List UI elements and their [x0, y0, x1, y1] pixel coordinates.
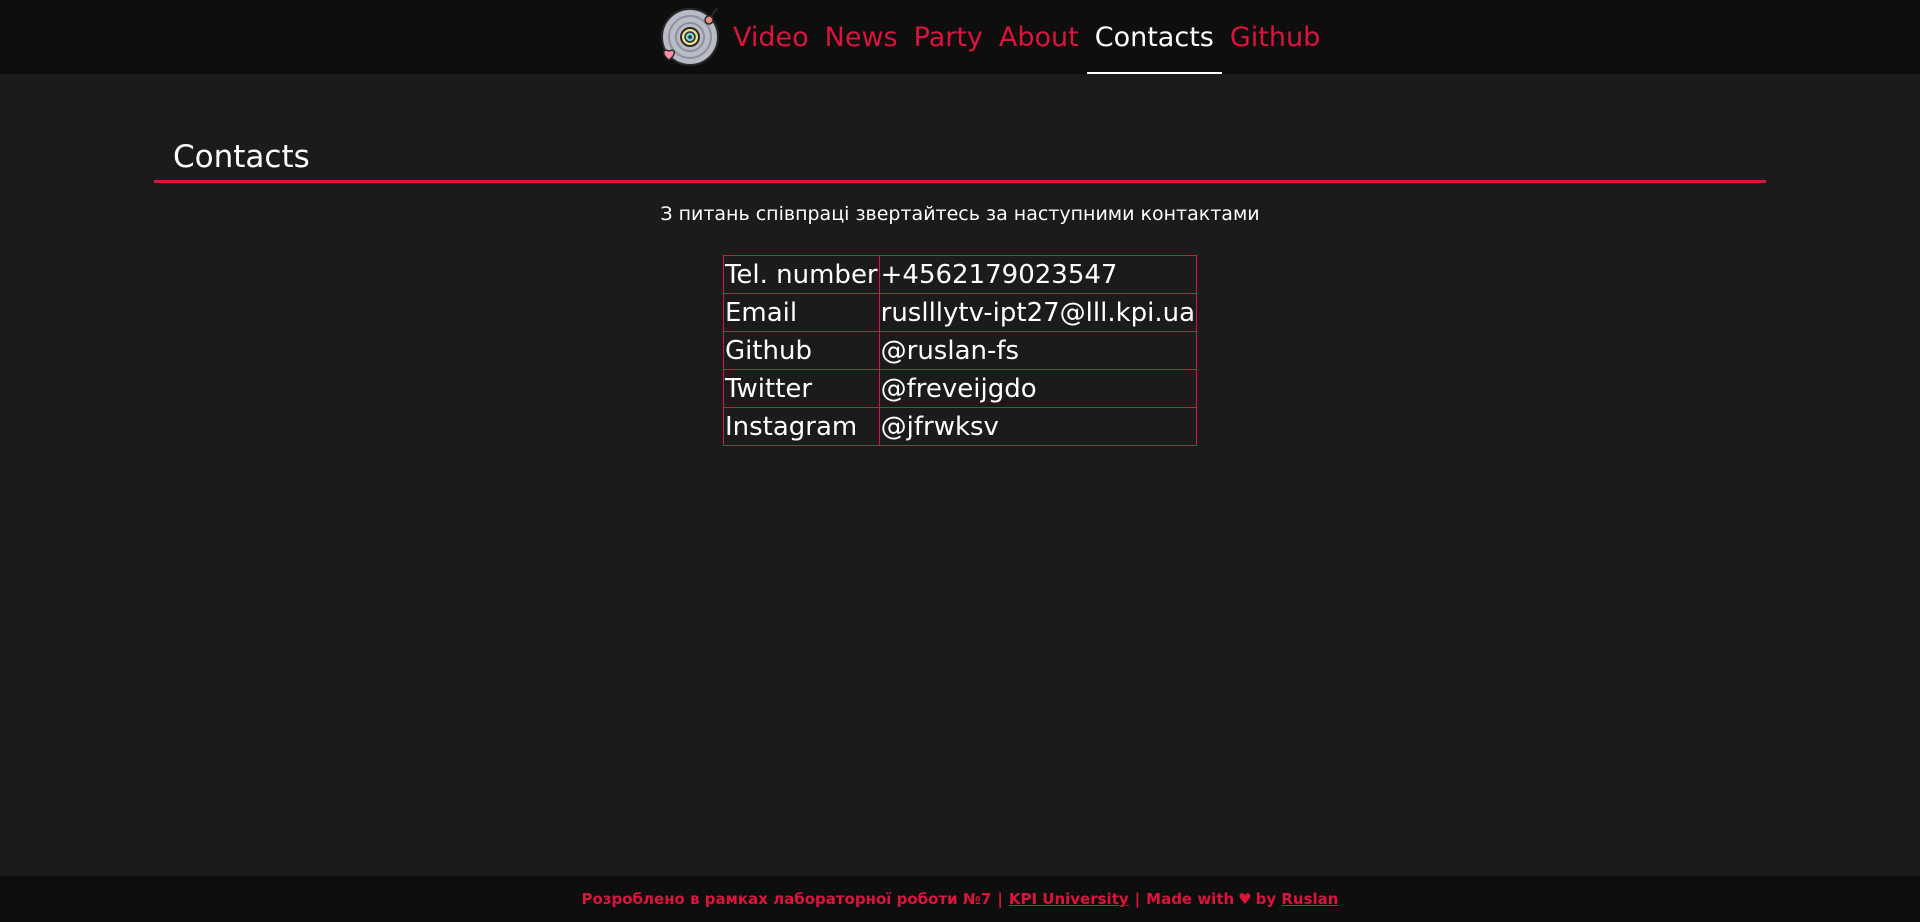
- table-row: Twitter @freveijgdo: [722, 369, 1198, 408]
- logo[interactable]: [657, 0, 725, 74]
- vinyl-disc-icon: [661, 7, 719, 66]
- contact-value: @ruslan-fs: [878, 331, 1198, 370]
- contact-key: Instagram: [722, 407, 880, 446]
- contact-key: Twitter: [722, 369, 880, 408]
- footer-separator: |: [997, 890, 1003, 908]
- footer-text: Розроблено в рамках лабораторної роботи …: [581, 890, 992, 908]
- contact-key: Email: [722, 293, 880, 332]
- nav-inner: Video News Party About Contacts Github: [657, 0, 1328, 74]
- nav-link-video[interactable]: Video: [725, 0, 817, 74]
- footer: Розроблено в рамках лабораторної роботи …: [0, 876, 1920, 922]
- contact-key: Tel. number: [722, 255, 880, 294]
- nav-link-party[interactable]: Party: [906, 0, 991, 74]
- footer-link-author[interactable]: Ruslan: [1281, 890, 1338, 908]
- main-content: Contacts З питань співпраці звертайтесь …: [154, 74, 1766, 446]
- title-divider: [154, 180, 1766, 183]
- table-row: Email ruslllytv-ipt27@lll.kpi.ua: [722, 293, 1198, 332]
- nav-link-github[interactable]: Github: [1222, 0, 1328, 74]
- contact-value: @jfrwksv: [878, 407, 1198, 446]
- nav-link-contacts[interactable]: Contacts: [1086, 0, 1222, 74]
- page-subtitle: З питань співпраці звертайтесь за наступ…: [660, 203, 1260, 225]
- contact-key: Github: [722, 331, 880, 370]
- nav-link-about[interactable]: About: [991, 0, 1087, 74]
- heart-icon: ♥: [1238, 890, 1252, 908]
- contacts-table: Tel. number +4562179023547 Email rusllly…: [722, 255, 1198, 446]
- footer-separator: |: [1134, 890, 1141, 908]
- contact-value: @freveijgdo: [878, 369, 1198, 408]
- nav-link-news[interactable]: News: [817, 0, 906, 74]
- contact-value: +4562179023547: [878, 255, 1198, 294]
- footer-link-kpi[interactable]: KPI University: [1009, 890, 1129, 908]
- contact-value: ruslllytv-ipt27@lll.kpi.ua: [878, 293, 1198, 332]
- page-title: Contacts: [173, 139, 310, 175]
- table-row: Instagram @jfrwksv: [722, 407, 1198, 446]
- footer-by: by: [1255, 890, 1277, 908]
- navbar: Video News Party About Contacts Github: [0, 0, 1920, 74]
- footer-made-with: Made with: [1146, 890, 1235, 908]
- table-row: Tel. number +4562179023547: [722, 255, 1198, 294]
- table-row: Github @ruslan-fs: [722, 331, 1198, 370]
